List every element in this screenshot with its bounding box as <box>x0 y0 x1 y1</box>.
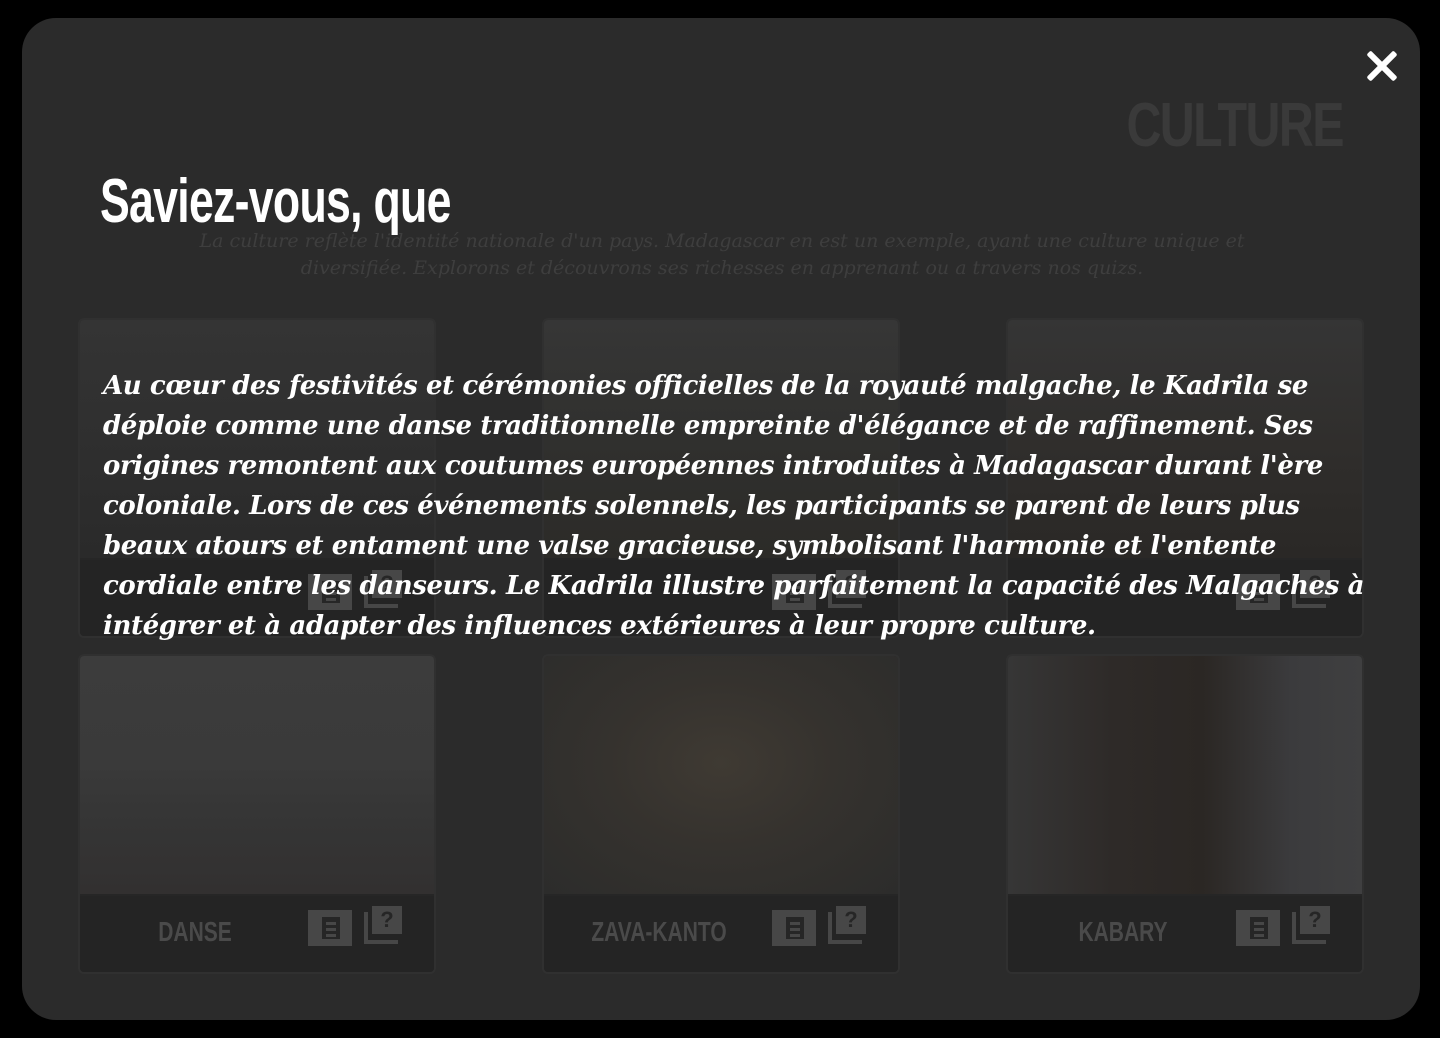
close-icon[interactable] <box>1360 44 1404 88</box>
fact-modal: Saviez-vous, que Au cœur des festivités … <box>0 0 1440 1038</box>
modal-text: Au cœur des festivités et cérémonies off… <box>103 371 1365 641</box>
modal-title: Saviez-vous, que <box>100 167 451 236</box>
